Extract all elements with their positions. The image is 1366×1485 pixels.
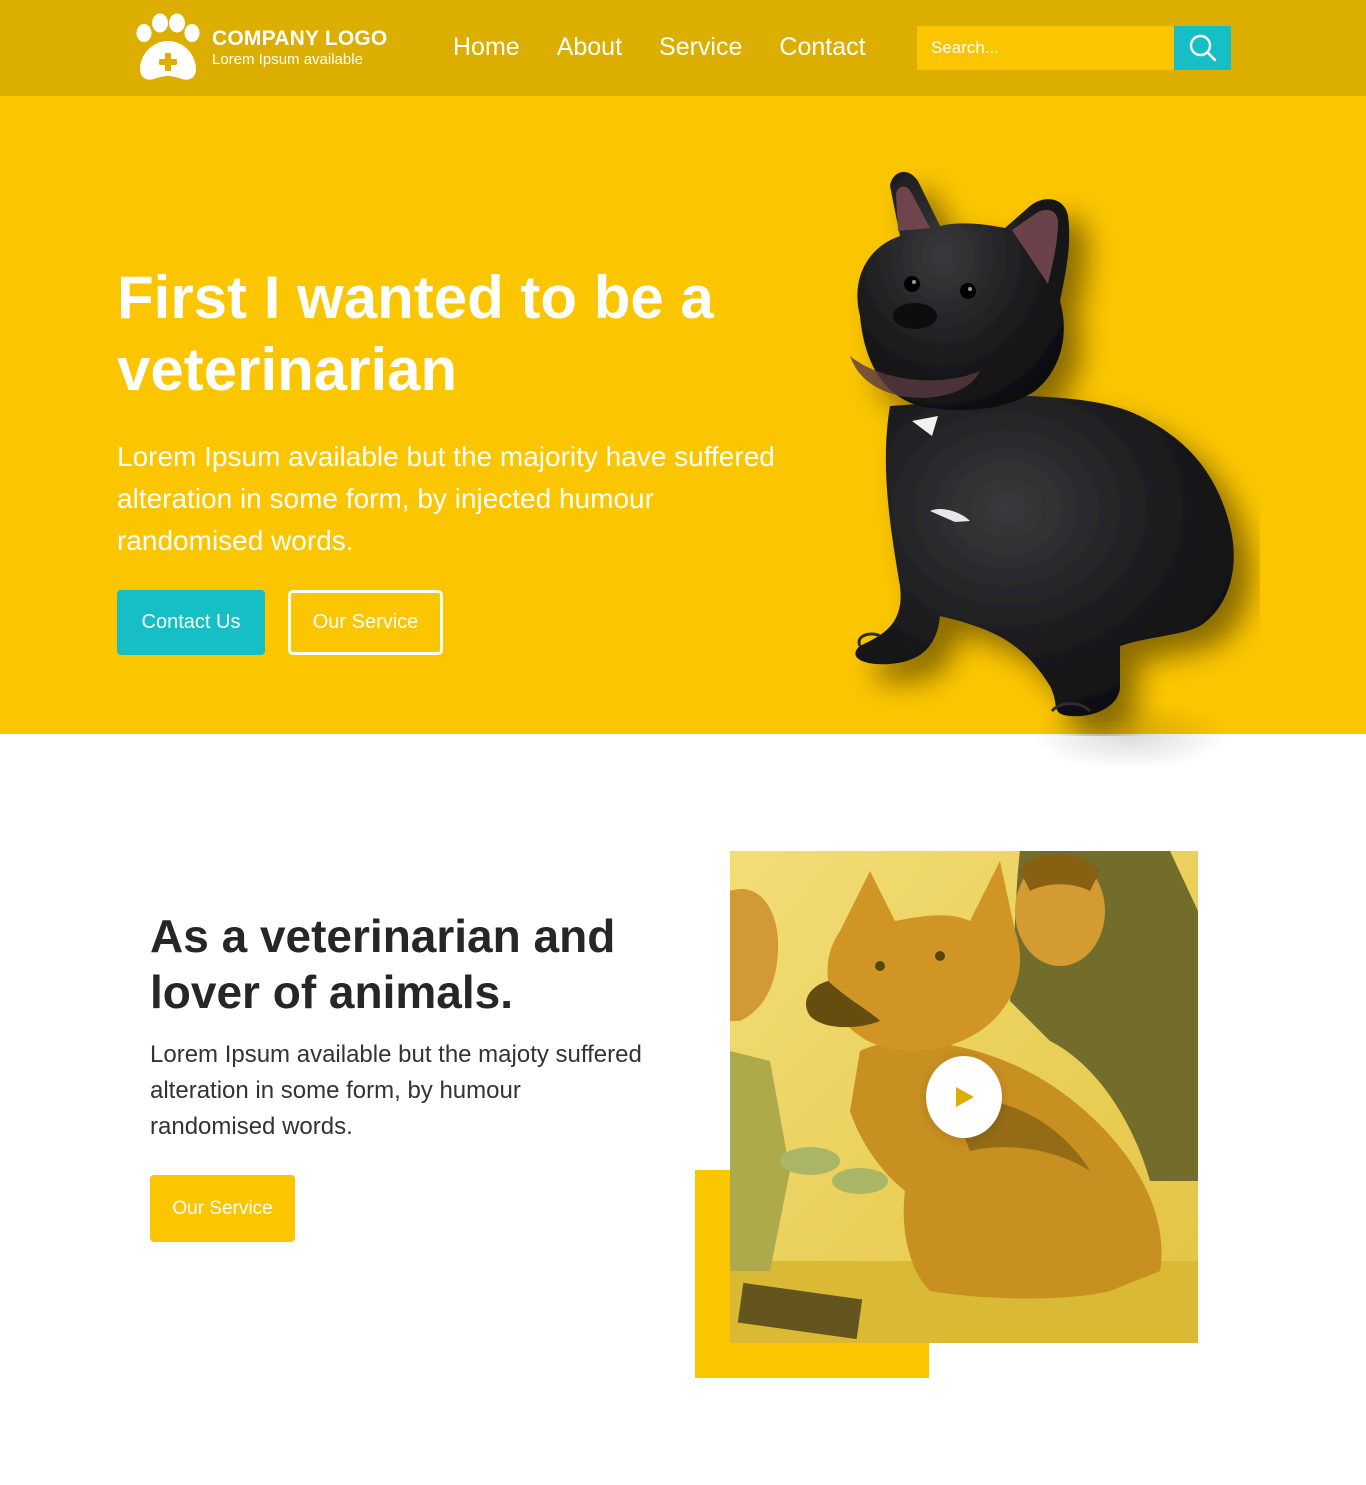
logo-text: COMPANY LOGO Lorem Ipsum available: [212, 27, 387, 69]
play-button[interactable]: [926, 1056, 1002, 1138]
nav-home[interactable]: Home: [453, 30, 520, 64]
about-title: As a veterinarian and lover of animals.: [150, 910, 616, 1018]
search-icon: [1189, 34, 1216, 62]
play-icon: [956, 1087, 974, 1107]
search-bar: [917, 26, 1231, 70]
about-our-service-button[interactable]: Our Service: [150, 1175, 295, 1242]
our-service-button[interactable]: Our Service: [288, 590, 443, 655]
nav-about[interactable]: About: [557, 30, 622, 64]
nav-contact[interactable]: Contact: [779, 30, 865, 64]
logo-subtitle: Lorem Ipsum available: [212, 51, 363, 68]
paw-plus-icon: [134, 13, 202, 83]
bulldog-image: [820, 166, 1260, 736]
search-input[interactable]: [917, 26, 1174, 70]
hero-title: First I wanted to be a veterinarian: [117, 264, 714, 403]
nav-service[interactable]: Service: [659, 30, 742, 64]
company-logo[interactable]: COMPANY LOGO Lorem Ipsum available: [134, 12, 394, 84]
about-text: Lorem Ipsum available but the majoty suf…: [150, 1041, 642, 1140]
image-drop-shadow: [1030, 700, 1230, 770]
logo-title: COMPANY LOGO: [212, 27, 388, 50]
contact-us-button[interactable]: Contact Us: [117, 590, 265, 655]
search-button[interactable]: [1174, 26, 1231, 70]
main-nav: Home About Service Contact: [453, 30, 903, 64]
hero-text: Lorem Ipsum available but the majority h…: [117, 441, 775, 556]
hero-section: First I wanted to be a veterinarian Lore…: [0, 96, 1366, 734]
site-header: COMPANY LOGO Lorem Ipsum available Home …: [0, 0, 1366, 96]
